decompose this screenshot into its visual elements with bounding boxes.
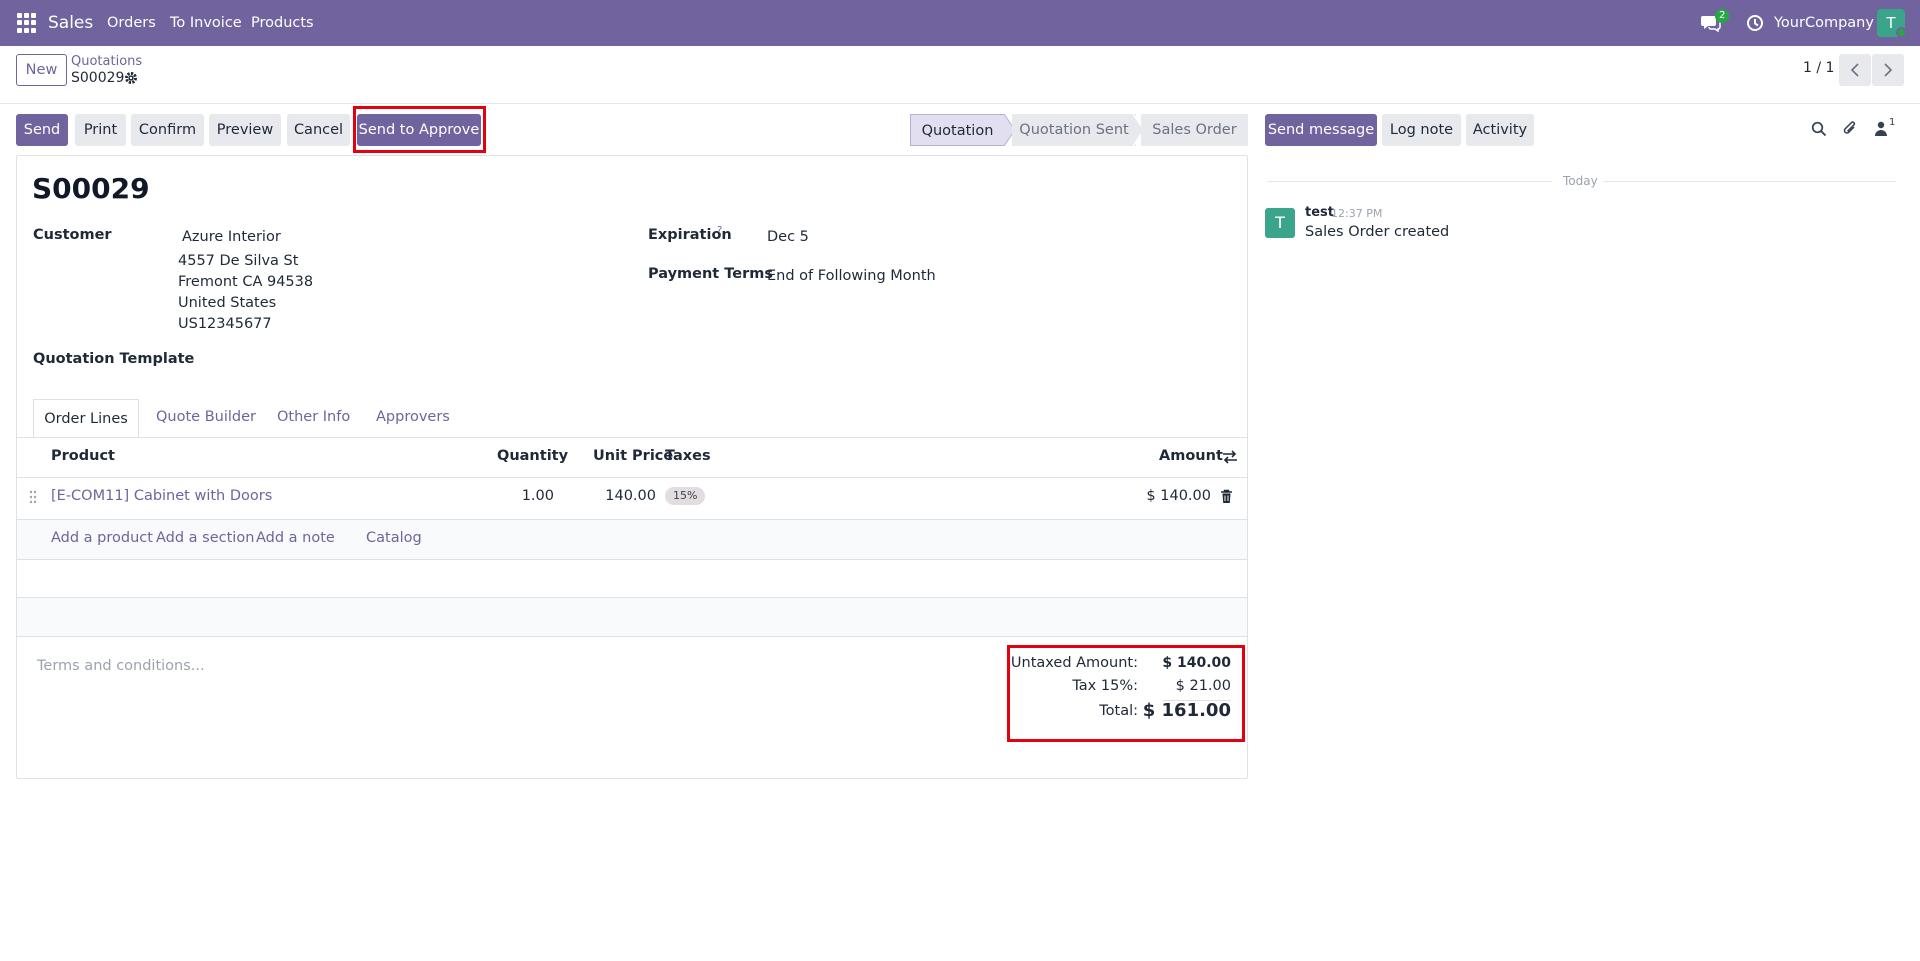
preview-button[interactable]: Preview [209, 114, 281, 146]
pager-previous-button[interactable] [1839, 54, 1871, 86]
date-separator-line-right [1603, 181, 1896, 182]
line-unit-price[interactable]: 140.00 [560, 488, 656, 504]
pager-next-button[interactable] [1872, 54, 1904, 86]
followers-count: 1 [1889, 117, 1896, 128]
menu-orders[interactable]: Orders [107, 0, 156, 46]
customer-address-line: Fremont CA 94538 [178, 274, 314, 290]
tabs-underline [17, 437, 1247, 438]
menu-to-invoice[interactable]: To Invoice [170, 0, 242, 46]
send-message-button[interactable]: Send message [1265, 114, 1377, 146]
tab-order-lines-label: Order Lines [44, 411, 128, 427]
empty-row [17, 598, 1247, 636]
catalog-link[interactable]: Catalog [366, 530, 422, 546]
customer-vat: US12345677 [178, 316, 272, 332]
line-product[interactable]: [E-COM11] Cabinet with Doors [51, 488, 272, 504]
followers-icon[interactable] [1875, 121, 1887, 136]
tab-approvers[interactable]: Approvers [376, 409, 450, 425]
message-body: Sales Order created [1305, 224, 1450, 240]
row-divider [17, 597, 1247, 598]
control-panel-divider [0, 103, 1920, 104]
send-button[interactable]: Send [16, 114, 68, 146]
drag-handle-icon[interactable] [29, 490, 37, 504]
message-author-avatar[interactable]: T [1265, 208, 1295, 238]
menu-products[interactable]: Products [251, 0, 314, 46]
column-amount[interactable]: Amount [1159, 448, 1223, 464]
app-menu-icon[interactable] [17, 13, 37, 33]
messages-count-badge: 2 [1715, 9, 1730, 23]
customer-label: Customer [33, 227, 112, 243]
payment-terms-field[interactable]: End of Following Month [767, 268, 936, 284]
line-quantity[interactable]: 1.00 [400, 488, 554, 504]
chevron-left-icon [1850, 63, 1859, 77]
company-switcher[interactable]: YourCompany [1774, 0, 1874, 46]
line-tax-badge[interactable]: 15% [665, 487, 706, 505]
tab-order-lines[interactable]: Order Lines [33, 399, 139, 438]
app-name[interactable]: Sales [48, 0, 93, 46]
activity-clock-icon[interactable] [1746, 14, 1764, 32]
payment-terms-label: Payment Terms [648, 266, 773, 282]
top-navbar: Sales Orders To Invoice Products 2 YourC… [0, 0, 1920, 46]
message-author[interactable]: test [1305, 205, 1334, 220]
trash-icon[interactable] [1220, 489, 1233, 504]
column-unit-price[interactable]: Unit Price [593, 448, 673, 464]
confirm-button[interactable]: Confirm [131, 114, 204, 146]
search-icon[interactable] [1811, 121, 1827, 137]
quotation-template-label: Quotation Template [33, 351, 195, 367]
add-note-link[interactable]: Add a note [256, 530, 335, 546]
date-separator: Today [1563, 174, 1598, 188]
add-product-link[interactable]: Add a product [51, 530, 153, 546]
user-status-dot [1896, 27, 1907, 38]
log-note-button[interactable]: Log note [1382, 114, 1461, 146]
row-divider [17, 559, 1247, 560]
record-title: S00029 [32, 172, 150, 205]
tab-other-info[interactable]: Other Info [277, 409, 350, 425]
activity-button[interactable]: Activity [1466, 114, 1534, 146]
status-sales-order[interactable]: Sales Order [1141, 114, 1248, 146]
print-button[interactable]: Print [75, 114, 126, 146]
date-separator-line-left [1267, 181, 1552, 182]
customer-field[interactable]: Azure Interior [182, 229, 281, 245]
column-product[interactable]: Product [51, 448, 115, 464]
chevron-right-icon [1884, 63, 1893, 77]
optional-columns-icon[interactable] [1222, 449, 1238, 465]
breadcrumb-quotations[interactable]: Quotations [71, 54, 142, 69]
cancel-button[interactable]: Cancel [287, 114, 350, 146]
expiration-help-tooltip[interactable]: ? [717, 225, 722, 236]
message-time: 12:37 PM [1331, 207, 1383, 220]
row-divider [17, 636, 1247, 637]
column-quantity[interactable]: Quantity [497, 448, 568, 464]
new-button[interactable]: New [16, 54, 67, 86]
gear-icon[interactable] [124, 71, 138, 85]
highlight-totals [1007, 645, 1245, 742]
status-quotation[interactable]: Quotation [910, 114, 1005, 146]
paperclip-icon[interactable] [1842, 119, 1858, 137]
add-section-link[interactable]: Add a section [156, 530, 254, 546]
tab-quote-builder[interactable]: Quote Builder [156, 409, 256, 425]
column-taxes[interactable]: Taxes [665, 448, 711, 464]
expiration-field[interactable]: Dec 5 [767, 229, 809, 245]
line-amount: $ 140.00 [1146, 488, 1211, 504]
customer-address-line: United States [178, 295, 277, 311]
status-quotation-sent[interactable]: Quotation Sent [1012, 114, 1136, 146]
pager-value[interactable]: 1 / 1 [1803, 60, 1834, 76]
customer-address-line: 4557 De Silva St [178, 253, 299, 269]
breadcrumb-current: S00029 [71, 70, 125, 86]
terms-input[interactable]: Terms and conditions... [37, 658, 205, 674]
highlight-send-to-approve [353, 106, 486, 153]
